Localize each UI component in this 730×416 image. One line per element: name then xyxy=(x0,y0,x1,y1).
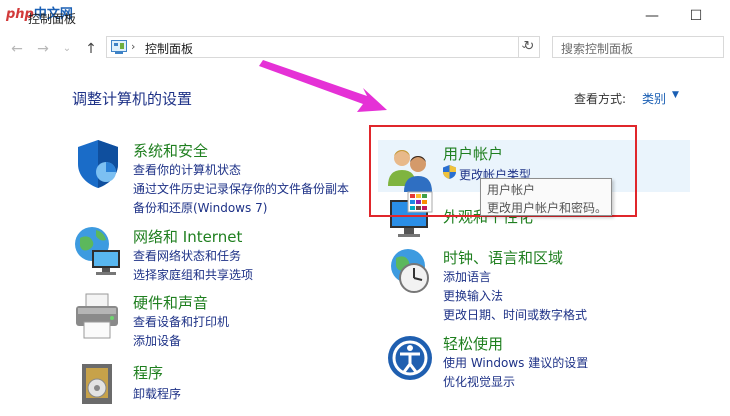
clock-globe-icon xyxy=(391,249,429,293)
link-date-time-format[interactable]: 更改日期、时间或数字格式 xyxy=(443,306,587,323)
category-hardware-sound[interactable]: 硬件和声音 xyxy=(133,292,208,313)
minimize-button[interactable]: — xyxy=(638,6,666,26)
forward-arrow-icon: → xyxy=(37,41,49,57)
maximize-icon: ☐ xyxy=(689,8,703,24)
tooltip: 用户帐户 更改用户帐户和密码。 xyxy=(480,178,612,216)
minimize-icon: — xyxy=(645,8,659,24)
view-by-caret-icon[interactable]: ▼ xyxy=(672,90,679,100)
address-chevron: › xyxy=(131,40,136,53)
link-view-computer-status[interactable]: 查看你的计算机状态 xyxy=(133,161,241,178)
tooltip-description: 更改用户帐户和密码。 xyxy=(487,201,608,215)
link-homegroup-sharing[interactable]: 选择家庭组和共享选项 xyxy=(133,266,253,283)
link-file-history[interactable]: 通过文件历史记录保存你的文件备份副本 xyxy=(133,180,349,197)
printer-icon xyxy=(76,293,118,339)
shield-icon xyxy=(78,140,118,188)
link-recommended-settings[interactable]: 使用 Windows 建议的设置 xyxy=(443,354,588,371)
page-title: 调整计算机的设置 xyxy=(72,90,193,108)
link-add-device[interactable]: 添加设备 xyxy=(133,332,181,349)
forward-button[interactable]: → xyxy=(34,40,52,58)
link-optimize-visual[interactable]: 优化视觉显示 xyxy=(443,373,515,390)
link-backup-restore[interactable]: 备份和还原(Windows 7) xyxy=(133,199,267,216)
programs-icon xyxy=(82,364,112,404)
address-path[interactable]: 控制面板 xyxy=(145,40,193,57)
refresh-button[interactable]: ↻ xyxy=(518,36,540,58)
tooltip-title: 用户帐户 xyxy=(487,183,536,197)
link-devices-printers[interactable]: 查看设备和打印机 xyxy=(133,313,229,330)
search-placeholder: 搜索控制面板 xyxy=(561,42,634,56)
category-clock-language-region[interactable]: 时钟、语言和区域 xyxy=(443,247,563,268)
back-button[interactable]: ← xyxy=(8,40,26,58)
window-title: 控制面板 xyxy=(28,12,77,26)
network-globe-icon xyxy=(75,227,120,275)
up-arrow-icon: ↑ xyxy=(85,41,97,57)
link-network-status[interactable]: 查看网络状态和任务 xyxy=(133,247,241,264)
link-uninstall-program[interactable]: 卸载程序 xyxy=(133,385,181,402)
control-panel-icon xyxy=(111,40,127,54)
refresh-icon: ↻ xyxy=(523,39,535,54)
chevron-down-icon: ⌄ xyxy=(62,43,72,54)
address-bar[interactable]: › 控制面板 ⌄ xyxy=(106,36,540,58)
category-ease-of-access[interactable]: 轻松使用 xyxy=(443,333,503,354)
back-arrow-icon: ← xyxy=(11,41,23,57)
view-by-label: 查看方式: xyxy=(574,92,627,106)
category-system-security[interactable]: 系统和安全 xyxy=(133,140,208,161)
ease-of-access-icon xyxy=(388,336,432,380)
annotation-arrow xyxy=(259,60,387,112)
recent-locations-button[interactable]: ⌄ xyxy=(58,40,76,58)
category-programs[interactable]: 程序 xyxy=(133,362,163,383)
link-change-input-method[interactable]: 更换输入法 xyxy=(443,287,503,304)
search-box[interactable]: 搜索控制面板 xyxy=(552,36,724,58)
view-by-dropdown[interactable]: 类别 xyxy=(642,90,666,107)
up-button[interactable]: ↑ xyxy=(82,40,100,58)
category-network-internet[interactable]: 网络和 Internet xyxy=(133,226,242,247)
title-bar: php中文网 控制面板 — ☐ xyxy=(0,0,730,32)
link-add-language[interactable]: 添加语言 xyxy=(443,268,491,285)
maximize-button[interactable]: ☐ xyxy=(682,6,710,26)
